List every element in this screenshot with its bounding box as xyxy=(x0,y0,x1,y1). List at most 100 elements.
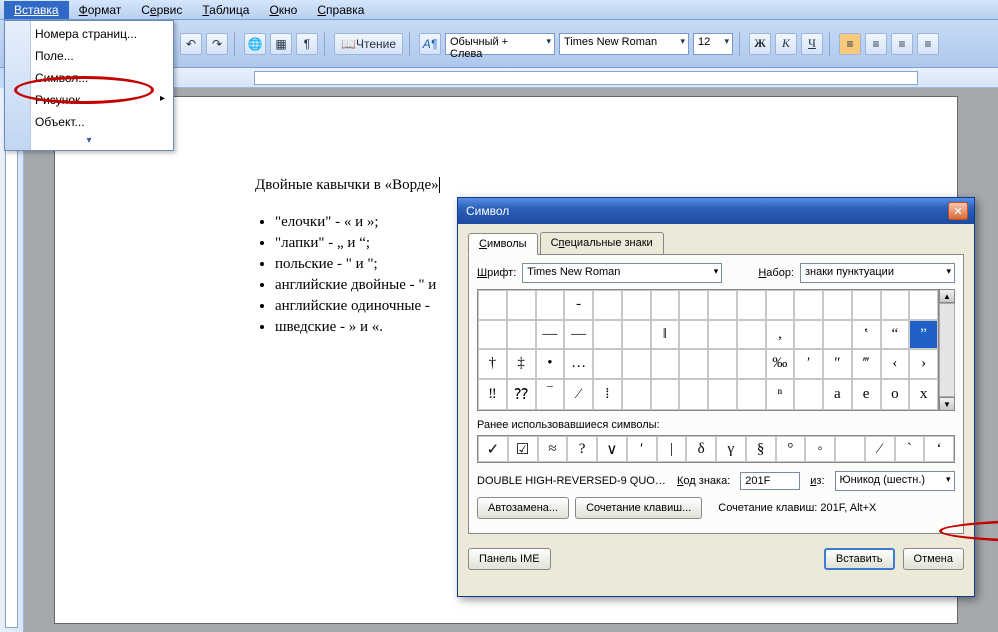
symbol-cell[interactable] xyxy=(737,320,766,350)
symbol-cell[interactable] xyxy=(622,349,651,379)
cancel-button[interactable]: Отмена xyxy=(903,548,964,570)
symbol-cell[interactable]: x xyxy=(909,379,938,411)
subset-combo[interactable]: знаки пунктуации xyxy=(800,263,955,283)
code-input[interactable] xyxy=(740,472,800,490)
symbol-cell[interactable] xyxy=(507,290,536,320)
menuitem-symbol[interactable]: Символ... xyxy=(5,67,173,89)
tab-special[interactable]: Специальные знаки xyxy=(540,232,664,254)
recent-cell[interactable]: ′ xyxy=(627,436,657,462)
style-dropdown[interactable]: Обычный + Слева xyxy=(445,33,555,55)
symbol-cell[interactable] xyxy=(651,379,680,411)
symbol-cell[interactable] xyxy=(679,379,708,411)
symbol-cell[interactable] xyxy=(507,320,536,350)
from-combo[interactable]: Юникод (шестн.) xyxy=(835,471,955,491)
symbol-cell[interactable]: ‐ xyxy=(564,290,593,320)
tb-styles-icon[interactable]: A¶ xyxy=(419,33,441,55)
recent-cell[interactable]: ⁄ xyxy=(865,436,895,462)
symbol-cell[interactable]: ‡ xyxy=(507,349,536,379)
recent-cell[interactable]: ` xyxy=(895,436,925,462)
shortcut-button[interactable]: Сочетание клавиш... xyxy=(575,497,702,519)
tab-symbols[interactable]: Символы xyxy=(468,233,538,255)
menu-table[interactable]: Таблица xyxy=(192,1,259,19)
symbol-cell[interactable] xyxy=(622,379,651,411)
align-justify-icon[interactable]: ≡ xyxy=(917,33,939,55)
recent-cell[interactable]: ◦ xyxy=(805,436,835,462)
symbol-cell[interactable] xyxy=(651,290,680,320)
symbol-cell[interactable]: › xyxy=(909,349,938,379)
symbol-cell[interactable]: ― xyxy=(564,320,593,350)
symbol-cell[interactable] xyxy=(794,290,823,320)
symbol-cell[interactable] xyxy=(909,290,938,320)
symbol-cell[interactable] xyxy=(651,349,680,379)
symbol-cell[interactable]: ‖ xyxy=(651,320,680,350)
align-center-icon[interactable]: ≡ xyxy=(865,33,887,55)
symbol-cell[interactable]: ‴ xyxy=(852,349,881,379)
tb-table-icon[interactable]: ▦ xyxy=(270,33,292,55)
symbol-cell[interactable]: — xyxy=(536,320,565,350)
tb-reading-button[interactable]: 📖 Чтение xyxy=(334,33,403,55)
symbol-cell[interactable] xyxy=(794,320,823,350)
symbol-cell[interactable]: ⁇ xyxy=(507,379,536,411)
ime-button[interactable]: Панель IME xyxy=(468,548,551,570)
insert-button[interactable]: Вставить xyxy=(824,548,895,570)
align-right-icon[interactable]: ≡ xyxy=(891,33,913,55)
symbol-cell[interactable] xyxy=(536,290,565,320)
symbol-cell[interactable] xyxy=(794,379,823,411)
document-body[interactable]: Двойные кавычки в «Ворде» "елочки" - « и… xyxy=(255,177,440,340)
symbol-cell[interactable]: ‚ xyxy=(766,320,795,350)
menu-window[interactable]: Окно xyxy=(259,1,307,19)
symbol-scrollbar[interactable]: ▲ ▼ xyxy=(939,289,955,411)
recent-cell[interactable]: γ xyxy=(716,436,746,462)
tb-redo-icon[interactable]: ↷ xyxy=(206,33,228,55)
recent-cell[interactable]: δ xyxy=(686,436,716,462)
symbol-cell[interactable] xyxy=(708,320,737,350)
menuitem-object[interactable]: Объект... xyxy=(5,111,173,133)
symbol-cell[interactable] xyxy=(708,290,737,320)
symbol-cell[interactable]: o xyxy=(881,379,910,411)
symbol-cell[interactable]: a xyxy=(823,379,852,411)
recent-cell[interactable]: ☑ xyxy=(508,436,538,462)
symbol-cell[interactable] xyxy=(478,320,507,350)
symbol-cell[interactable] xyxy=(737,349,766,379)
symbol-cell[interactable]: ‛ xyxy=(852,320,881,350)
symbol-cell[interactable]: ‾ xyxy=(536,379,565,411)
symbol-cell[interactable]: ” xyxy=(909,320,938,350)
recent-cell[interactable]: ʻ xyxy=(924,436,954,462)
tb-paragraph-icon[interactable]: ¶ xyxy=(296,33,318,55)
autocorrect-button[interactable]: Автозамена... xyxy=(477,497,569,519)
symbol-cell[interactable] xyxy=(593,290,622,320)
symbol-cell[interactable]: ′ xyxy=(794,349,823,379)
symbol-cell[interactable]: e xyxy=(852,379,881,411)
tb-link-icon[interactable]: 🌐 xyxy=(244,33,266,55)
symbol-cell[interactable] xyxy=(708,349,737,379)
menu-service[interactable]: Сервис xyxy=(131,1,192,19)
symbol-cell[interactable] xyxy=(823,290,852,320)
symbol-cell[interactable] xyxy=(737,379,766,411)
symbol-cell[interactable]: † xyxy=(478,349,507,379)
symbol-cell[interactable] xyxy=(679,320,708,350)
align-left-icon[interactable]: ≡ xyxy=(839,33,861,55)
recent-cell[interactable] xyxy=(835,436,865,462)
symbol-cell[interactable]: ‹ xyxy=(881,349,910,379)
menu-help[interactable]: Справка xyxy=(307,1,374,19)
close-icon[interactable]: ✕ xyxy=(948,202,968,220)
symbol-cell[interactable]: ⁄ xyxy=(564,379,593,411)
menu-insert[interactable]: Вставка xyxy=(4,1,69,19)
symbol-cell[interactable] xyxy=(679,290,708,320)
recent-cell[interactable]: ✓ xyxy=(478,436,508,462)
symbol-cell[interactable] xyxy=(766,290,795,320)
font-dropdown[interactable]: Times New Roman xyxy=(559,33,689,55)
symbol-cell[interactable] xyxy=(593,349,622,379)
font-combo[interactable]: Times New Roman xyxy=(522,263,722,283)
menuitem-page-numbers[interactable]: Номера страниц... xyxy=(5,23,173,45)
recent-cell[interactable]: ? xyxy=(567,436,597,462)
ruler-vertical[interactable] xyxy=(0,88,24,632)
underline-button[interactable]: Ч xyxy=(801,33,823,55)
symbol-cell[interactable] xyxy=(622,290,651,320)
symbol-cell[interactable] xyxy=(708,379,737,411)
symbol-cell[interactable]: ″ xyxy=(823,349,852,379)
symbol-cell[interactable] xyxy=(478,290,507,320)
symbol-cell[interactable] xyxy=(737,290,766,320)
dialog-titlebar[interactable]: Символ ✕ xyxy=(458,198,974,224)
symbol-cell[interactable] xyxy=(823,320,852,350)
